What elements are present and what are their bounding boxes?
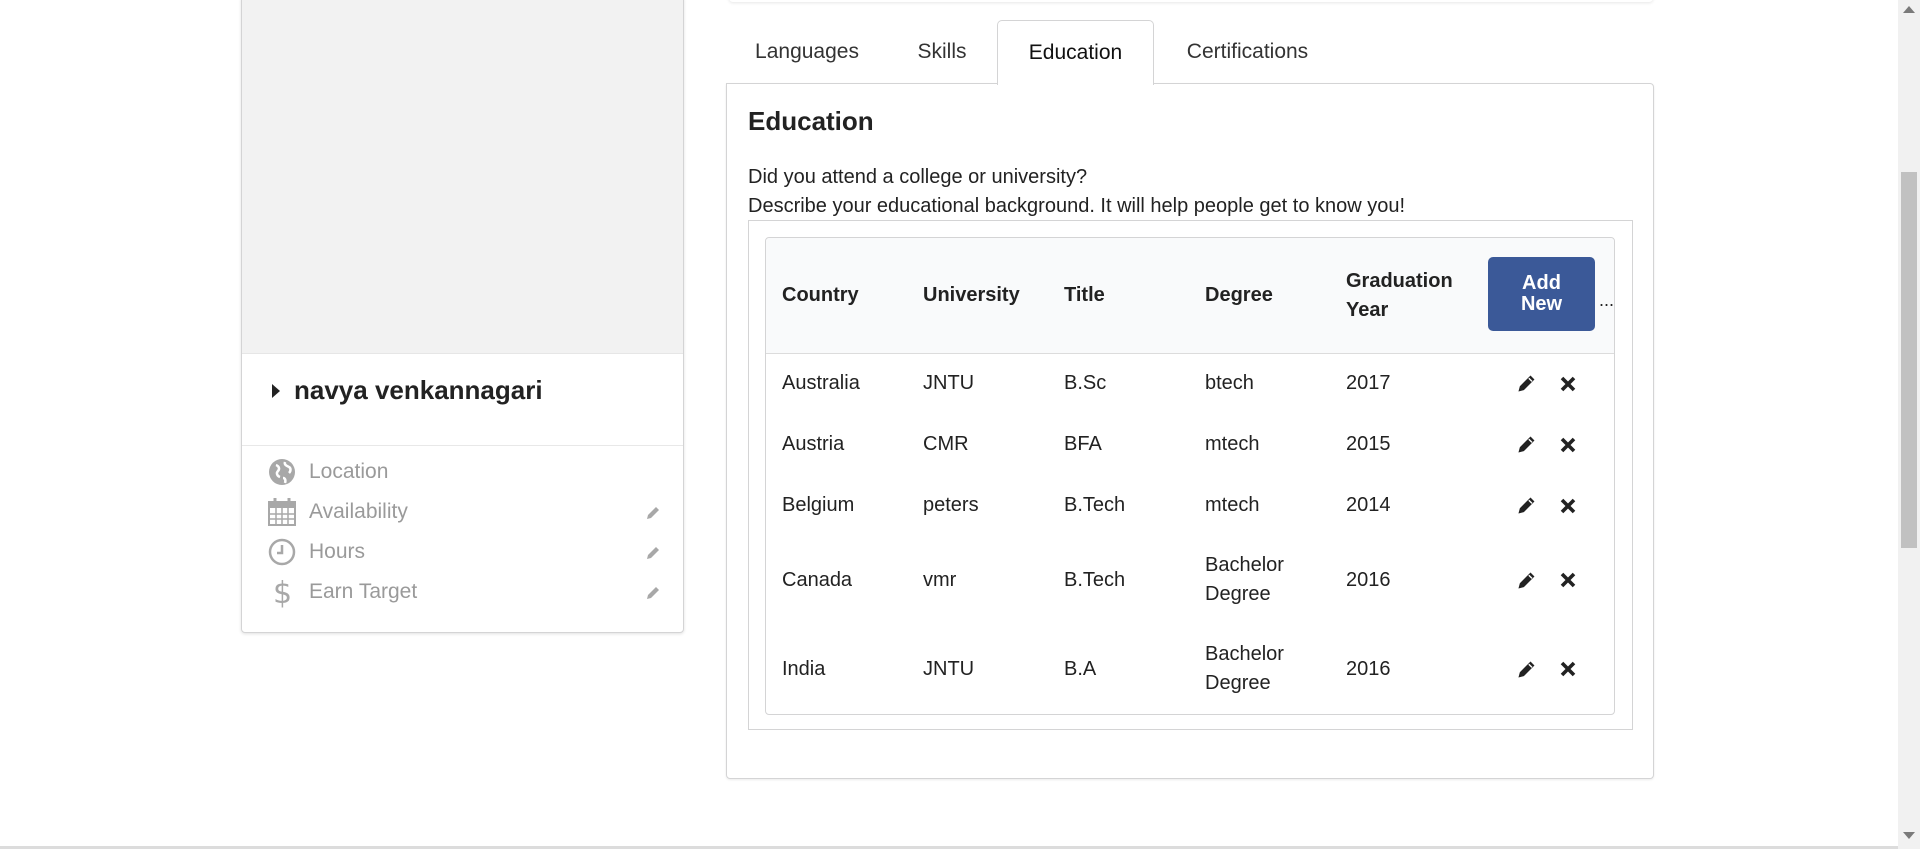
tab-education[interactable]: Education <box>997 20 1154 85</box>
edit-availability-icon[interactable] <box>645 503 663 521</box>
education-frame: Country University Title Degree Graduati… <box>748 220 1633 730</box>
tab-certifications[interactable]: Certifications <box>1175 20 1320 84</box>
row-actions <box>1516 624 1578 714</box>
profile-card: navya venkannagari Location Availability… <box>241 0 684 633</box>
table-row: Belgium peters B.Tech mtech 2014 <box>766 475 1614 536</box>
meta-availability: Availability <box>267 495 663 529</box>
clock-icon <box>267 537 297 567</box>
cell-university: JNTU <box>923 372 975 394</box>
cell-university: peters <box>923 494 979 516</box>
close-icon[interactable] <box>1558 570 1578 590</box>
cell-year: 2014 <box>1346 494 1391 516</box>
education-panel: Education Did you attend a college or un… <box>726 83 1654 779</box>
tab-languages[interactable]: Languages <box>742 20 872 84</box>
row-actions <box>1516 414 1578 475</box>
cell-university: JNTU <box>923 657 975 680</box>
availability-label: Availability <box>309 500 408 523</box>
cell-country: Belgium <box>782 494 855 516</box>
pencil-icon[interactable] <box>1516 435 1536 455</box>
row-actions <box>1516 475 1578 536</box>
tab-skills[interactable]: Skills <box>900 20 984 84</box>
location-label: Location <box>309 460 389 483</box>
cell-title: B.Tech <box>1064 568 1126 591</box>
profile-name-row[interactable]: navya venkannagari <box>272 375 543 406</box>
cell-year: 2015 <box>1346 433 1391 455</box>
table-row: Canada vmr B.Tech Bachelor Degree 2016 <box>766 536 1614 624</box>
profile-photo-placeholder[interactable] <box>242 0 683 354</box>
section-title: Education <box>748 106 874 136</box>
cell-country: India <box>782 657 826 680</box>
more-ellipsis: ... <box>1599 290 1615 310</box>
close-icon[interactable] <box>1558 659 1578 679</box>
vertical-scrollbar[interactable] <box>1898 0 1920 849</box>
cell-country: Austria <box>782 433 845 455</box>
cell-year: 2017 <box>1346 372 1391 394</box>
close-icon[interactable] <box>1558 374 1578 394</box>
row-actions <box>1516 353 1578 414</box>
close-icon[interactable] <box>1558 496 1578 516</box>
edit-earn-target-icon[interactable] <box>645 583 663 601</box>
top-card-edge <box>729 0 1653 2</box>
globe-icon <box>267 457 297 487</box>
edit-hours-icon[interactable] <box>645 543 663 561</box>
scroll-down-arrow-icon[interactable] <box>1903 832 1915 839</box>
caret-right-icon[interactable] <box>272 383 280 398</box>
cell-degree: btech <box>1205 372 1254 394</box>
header-degree: Degree <box>1205 284 1273 306</box>
header-country: Country <box>782 284 859 306</box>
earn-target-label: Earn Target <box>309 580 418 603</box>
cell-title: BFA <box>1064 433 1102 455</box>
cell-university: vmr <box>923 568 957 591</box>
table-row: India JNTU B.A Bachelor Degree 2016 <box>766 624 1614 714</box>
pencil-icon[interactable] <box>1516 374 1536 394</box>
pencil-icon[interactable] <box>1516 570 1536 590</box>
close-icon[interactable] <box>1558 435 1578 455</box>
meta-earn-target: $ Earn Target <box>267 575 663 609</box>
row-actions <box>1516 536 1578 624</box>
dollar-icon: $ <box>267 576 297 609</box>
table-row: Austria CMR BFA mtech 2015 <box>766 414 1614 475</box>
svg-text:$: $ <box>273 576 292 609</box>
cell-title: B.A <box>1064 657 1097 680</box>
profile-divider <box>242 445 683 446</box>
cell-title: B.Sc <box>1064 372 1107 394</box>
section-description: Did you attend a college or university? … <box>748 163 1405 221</box>
cell-university: CMR <box>923 433 969 455</box>
cell-degree: Bachelor Degree <box>1205 643 1284 694</box>
cell-degree: mtech <box>1205 433 1260 455</box>
description-line-1: Did you attend a college or university? <box>748 166 1088 188</box>
table-header: Country University Title Degree Graduati… <box>766 238 1614 354</box>
header-university: University <box>923 284 1020 306</box>
cell-year: 2016 <box>1346 657 1391 680</box>
add-new-button[interactable]: Add New <box>1488 257 1595 331</box>
description-line-2: Describe your educational background. It… <box>748 195 1406 217</box>
scroll-up-arrow-icon[interactable] <box>1903 6 1915 13</box>
profile-name: navya venkannagari <box>294 375 543 405</box>
meta-location: Location <box>267 455 663 489</box>
cell-year: 2016 <box>1346 568 1391 591</box>
pencil-icon[interactable] <box>1516 496 1536 516</box>
cell-country: Australia <box>782 372 860 394</box>
cell-title: B.Tech <box>1064 494 1126 516</box>
table-row: Australia JNTU B.Sc btech 2017 <box>766 353 1614 414</box>
education-table: Country University Title Degree Graduati… <box>765 237 1615 715</box>
header-title: Title <box>1064 284 1105 306</box>
calendar-icon <box>267 497 297 527</box>
scrollbar-thumb[interactable] <box>1901 172 1917 548</box>
cell-country: Canada <box>782 568 853 591</box>
meta-hours: Hours <box>267 535 663 569</box>
pencil-icon[interactable] <box>1516 659 1536 679</box>
hours-label: Hours <box>309 540 366 563</box>
header-graduation-year: Graduation Year <box>1346 269 1453 321</box>
cell-degree: Bachelor Degree <box>1205 554 1284 605</box>
cell-degree: mtech <box>1205 494 1260 516</box>
